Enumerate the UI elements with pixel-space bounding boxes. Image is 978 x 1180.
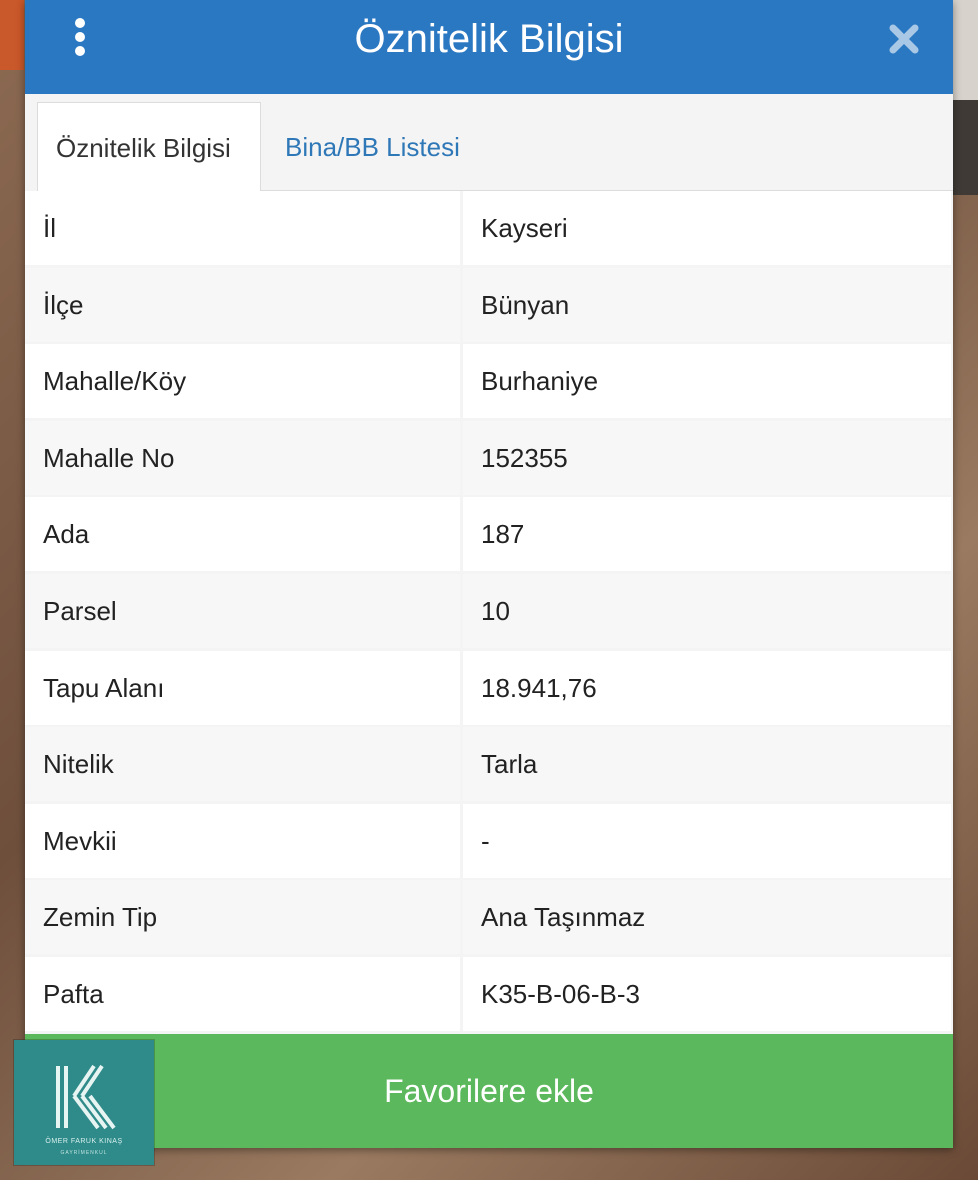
dialog-title: Öznitelik Bilgisi <box>354 17 624 61</box>
background-strip <box>952 0 978 100</box>
table-row: İl Kayseri <box>25 191 951 268</box>
table-row: Mahalle/Köy Burhaniye <box>25 344 951 421</box>
table-row: Nitelik Tarla <box>25 727 951 804</box>
attribute-value: 187 <box>463 497 951 572</box>
table-row: Ada 187 <box>25 497 951 574</box>
attribute-label: Mevkii <box>25 803 460 878</box>
close-icon[interactable] <box>887 22 921 56</box>
attribute-table: İl Kayseri İlçe Bünyan Mahalle/Köy Burhaniye M… <box>25 191 951 1034</box>
attribute-dialog: Öznitelik Bilgisi Öznitelik Bilgisi Bina… <box>25 0 953 1148</box>
attribute-value: 18.941,76 <box>463 650 951 725</box>
attribute-label: İlçe <box>25 267 460 342</box>
attribute-value: 152355 <box>463 420 951 495</box>
attribute-value: - <box>463 803 951 878</box>
attribute-label: Pafta <box>25 956 460 1031</box>
attribute-label: Mahalle No <box>25 420 460 495</box>
tab-building-list[interactable]: Bina/BB Listesi <box>267 102 478 190</box>
attribute-value: 10 <box>463 573 951 648</box>
attribute-value: Tarla <box>463 727 951 802</box>
background-strip <box>952 100 978 195</box>
logo-subtitle: GAYRİMENKUL <box>60 1150 108 1156</box>
attribute-label: Ada <box>25 497 460 572</box>
attribute-value: Kayseri <box>463 191 951 265</box>
logo-name: ÖMER FARUK KINAŞ <box>45 1138 123 1145</box>
background-strip <box>0 0 24 70</box>
table-row: Zemin Tip Ana Taşınmaz <box>25 880 951 957</box>
table-row: Mevkii - <box>25 803 951 881</box>
table-row: Tapu Alanı 18.941,76 <box>25 650 951 728</box>
attribute-label: Mahalle/Köy <box>25 344 460 419</box>
attribute-value: Burhaniye <box>463 344 951 419</box>
attribute-label: İl <box>25 191 460 265</box>
table-row: İlçe Bünyan <box>25 267 951 345</box>
add-to-favorites-button[interactable]: Favorilere ekle <box>25 1034 953 1148</box>
tab-bar: Öznitelik Bilgisi Bina/BB Listesi <box>37 102 953 192</box>
table-row: Pafta K35-B-06-B-3 <box>25 956 951 1034</box>
table-row: Parsel 10 <box>25 573 951 651</box>
attribute-label: Tapu Alanı <box>25 650 460 725</box>
k-logo-icon <box>56 1064 116 1130</box>
attribute-value: K35-B-06-B-3 <box>463 956 951 1031</box>
attribute-label: Zemin Tip <box>25 880 460 955</box>
dialog-header: Öznitelik Bilgisi <box>25 0 953 94</box>
attribute-label: Parsel <box>25 573 460 648</box>
attribute-label: Nitelik <box>25 727 460 802</box>
attribute-value: Ana Taşınmaz <box>463 880 951 955</box>
tab-attribute-info[interactable]: Öznitelik Bilgisi <box>37 102 261 192</box>
attribute-value: Bünyan <box>463 267 951 342</box>
table-row: Mahalle No 152355 <box>25 420 951 498</box>
brand-logo: ÖMER FARUK KINAŞ GAYRİMENKUL <box>14 1040 154 1165</box>
